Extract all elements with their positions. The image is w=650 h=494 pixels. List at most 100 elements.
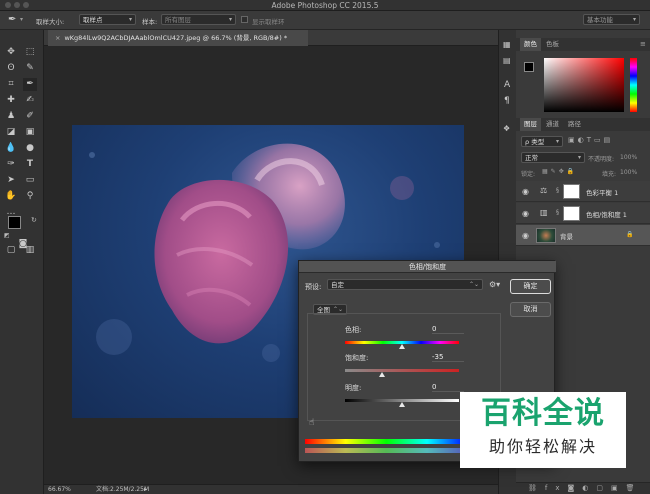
chevron-down-icon: ▾ (128, 16, 132, 23)
eraser-tool-icon[interactable]: ◪ (4, 126, 18, 139)
tab-swatches[interactable]: 色板 (542, 38, 563, 51)
saturation-slider-thumb[interactable] (379, 372, 386, 377)
tab-channels[interactable]: 通道 (542, 118, 563, 131)
fill-value[interactable]: 100% (620, 169, 637, 176)
sample-size-label: 取样大小: (36, 18, 65, 26)
layer-mask-thumbnail (563, 184, 580, 199)
layer-footer-icons[interactable]: ⛓fx◙◐▢▣🗑 (528, 484, 643, 492)
balance-adjustment-icon: ⚖ (540, 186, 548, 195)
history-panel-icon[interactable]: ▦ (503, 40, 511, 49)
close-tab-icon[interactable]: × (55, 34, 60, 42)
show-ring-checkbox[interactable] (241, 16, 248, 23)
saturation-value-input[interactable]: -35 (432, 352, 464, 362)
crop-tool-icon[interactable]: ⌗ (4, 78, 18, 91)
saturation-slider-track[interactable] (345, 369, 459, 372)
lock-icons[interactable]: ▦✎✥🔒 (542, 168, 577, 175)
sample-dropdown[interactable]: 所有图层 ▾ (161, 14, 236, 25)
layer-filter-icons[interactable]: ▣◐T▭▤ (568, 136, 613, 144)
blend-mode-dropdown[interactable]: 正常 ▾ (521, 152, 585, 163)
cancel-button[interactable]: 取消 (510, 302, 551, 317)
rectangle-tool-icon[interactable]: ▭ (23, 174, 37, 187)
lock-label: 锁定: (521, 171, 536, 178)
adjustments-panel-icon[interactable]: ❖ (503, 124, 510, 133)
dialog-title: 色相/饱和度 (299, 261, 556, 273)
chevron-down-icon: ⌃⌄ (468, 281, 479, 288)
layer-row-background[interactable]: ◉ 背景 🔒 (516, 225, 650, 246)
foreground-color-swatch[interactable] (8, 216, 21, 229)
chevron-down-icon: ▾ (228, 16, 232, 23)
tab-color[interactable]: 颜色 (520, 38, 541, 51)
window-title: Adobe Photoshop CC 2015.5 (271, 1, 379, 10)
sample-value: 所有图层 (165, 16, 191, 24)
eye-icon[interactable]: ◉ (522, 209, 529, 218)
tool-preset-chevron-icon[interactable]: ▾ (20, 16, 23, 23)
blur-tool-icon[interactable]: 💧 (4, 142, 18, 155)
eyedropper-tool-icon[interactable]: ✒ (23, 78, 37, 91)
move-tool-icon[interactable]: ✥ (4, 46, 18, 59)
artboard-icon[interactable]: ▥ (23, 244, 37, 257)
hue-slider[interactable] (630, 58, 637, 112)
screen-mode-icon[interactable]: ▢ (4, 244, 18, 257)
marquee-tool-icon[interactable]: ⬚ (23, 46, 37, 59)
title-bar: Adobe Photoshop CC 2015.5 (0, 0, 650, 11)
layer-filter-dropdown[interactable]: ρ 类型 ▾ (521, 136, 563, 147)
opacity-value[interactable]: 100% (620, 154, 637, 161)
eye-icon[interactable]: ◉ (522, 231, 529, 240)
eyedropper-tool-icon[interactable]: ✒ (8, 14, 16, 25)
sample-size-dropdown[interactable]: 取样点 ▾ (79, 14, 136, 25)
layer-row-color-balance[interactable]: ◉ ⚖ § 色彩平衡 1 (516, 181, 650, 202)
preset-options-gear-icon[interactable]: ⚙▾ (489, 280, 500, 289)
swap-colors-icon[interactable]: ↻ (31, 216, 37, 224)
watermark-logo: 百科全说 助你轻松解决 (460, 392, 626, 468)
panel-menu-icon[interactable]: ≡ (640, 40, 646, 48)
tab-layers[interactable]: 图层 (520, 118, 541, 131)
character-panel-icon[interactable]: A (504, 80, 510, 90)
preset-dropdown[interactable]: 自定 ⌃⌄ (327, 279, 483, 290)
chevron-down-icon: ▾ (632, 16, 636, 23)
link-icon: § (556, 209, 559, 216)
lock-icon: 🔒 (626, 231, 634, 238)
blend-mode-value: 正常 (525, 154, 538, 162)
color-picker-field[interactable] (544, 58, 624, 112)
color-foreground-swatch[interactable] (524, 62, 534, 72)
ok-button[interactable]: 确定 (510, 279, 551, 294)
layers-panel-tabs: 图层 通道 路径 (516, 118, 650, 131)
quick-select-tool-icon[interactable]: ✎ (23, 62, 37, 75)
zoom-level[interactable]: 66.67% (48, 485, 71, 494)
status-menu-arrow-icon[interactable]: ▸ (144, 485, 147, 494)
pen-tool-icon[interactable]: ✑ (4, 158, 18, 171)
lightness-value-input[interactable]: 0 (432, 382, 464, 392)
chevron-down-icon: ▾ (555, 138, 559, 145)
properties-panel-icon[interactable]: ▤ (503, 56, 511, 65)
hue-value-input[interactable]: 0 (432, 324, 464, 334)
dodge-tool-icon[interactable]: ● (23, 142, 37, 155)
brush-tool-icon[interactable]: ✍ (23, 94, 37, 107)
lasso-tool-icon[interactable]: ʘ (4, 62, 18, 75)
saturation-label: 饱和度: (345, 354, 369, 362)
zoom-tool-icon[interactable]: ⚲ (23, 190, 37, 203)
hue-label: 色相: (345, 326, 362, 334)
eye-icon[interactable]: ◉ (522, 187, 529, 196)
link-icon: § (556, 187, 559, 194)
layer-row-hue-saturation[interactable]: ◉ ▥ § 色相/饱和度 1 (516, 203, 650, 224)
type-tool-icon[interactable]: T (23, 158, 37, 171)
document-tab[interactable]: × wKg84lLw9Q2ACbDJAAablOmlCU427.jpeg @ 66… (48, 30, 308, 46)
layer-name: 色相/饱和度 1 (586, 211, 627, 219)
workspace-dropdown[interactable]: 基本功能 ▾ (583, 14, 640, 25)
healing-brush-tool-icon[interactable]: ✚ (4, 94, 18, 107)
hue-saturation-adjustment-icon: ▥ (540, 208, 548, 217)
toolbox: ✥ ⬚ ʘ ✎ ⌗ ✒ ✚ ✍ ♟ ✐ ◪ ▣ 💧 ● ✑ T ➤ ▭ ✋ ⚲ … (0, 30, 44, 494)
clone-stamp-tool-icon[interactable]: ♟ (4, 110, 18, 123)
tab-paths[interactable]: 路径 (564, 118, 585, 131)
targeted-adjustment-hand-icon[interactable]: ☝ (309, 418, 314, 428)
gradient-tool-icon[interactable]: ▣ (23, 126, 37, 139)
paragraph-panel-icon[interactable]: ¶ (504, 96, 510, 106)
hue-slider-thumb[interactable] (399, 344, 405, 349)
path-select-tool-icon[interactable]: ➤ (4, 174, 18, 187)
history-brush-tool-icon[interactable]: ✐ (23, 110, 37, 123)
lightness-slider-thumb[interactable] (399, 402, 405, 407)
color-panel-tabs: 颜色 色板 ≡ (516, 38, 650, 51)
hand-tool-icon[interactable]: ✋ (4, 190, 18, 203)
default-colors-icon[interactable]: ◩ (4, 232, 10, 239)
preset-label: 预设: (305, 283, 322, 291)
